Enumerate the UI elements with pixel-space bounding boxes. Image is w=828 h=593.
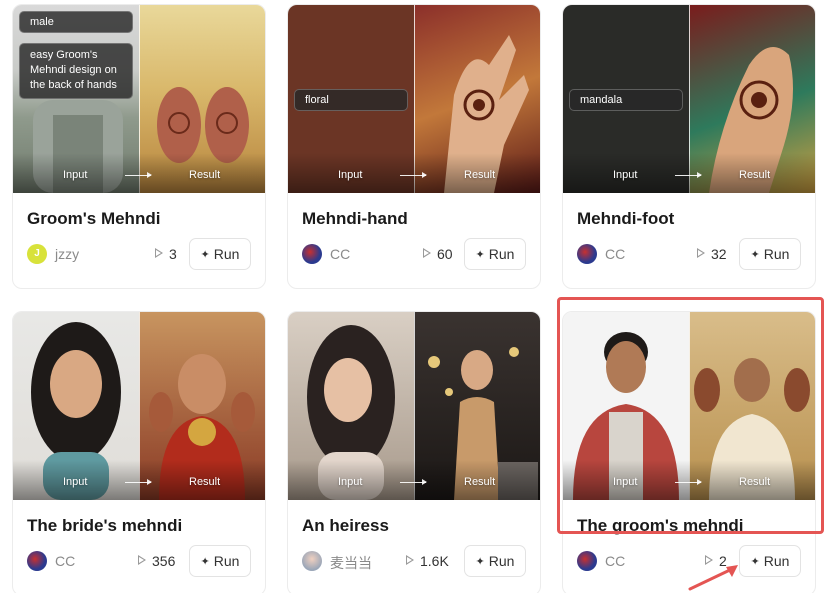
preview-image[interactable]: Input Result mandala [563,5,815,193]
author-avatar[interactable] [27,551,47,571]
play-count: 3 [155,246,177,262]
magic-wand-icon: ✦ [750,555,760,568]
author-name[interactable]: jzzy [55,246,79,262]
author-avatar[interactable] [302,551,322,571]
template-gallery: Input Result male easy Groom's Mehndi de… [0,0,828,593]
play-icon [423,248,431,258]
run-button[interactable]: ✦ Run [189,545,251,577]
template-card-mehndi-hand[interactable]: Input Result floral Mehndi-hand CC 60 ✦ R… [287,4,541,289]
result-label: Result [189,476,221,488]
tag-male: male [19,11,133,33]
arrow-icon [125,479,152,485]
magic-wand-icon: ✦ [200,555,210,568]
play-icon [697,248,705,258]
card-title[interactable]: Groom's Mehndi [27,209,160,229]
play-icon [155,248,163,258]
magic-wand-icon: ✦ [475,248,485,261]
card-title[interactable]: The bride's mehndi [27,516,182,536]
run-button[interactable]: ✦ Run [739,545,801,577]
result-label: Result [189,169,221,181]
result-label: Result [464,169,496,181]
play-count: 32 [697,246,727,262]
input-label: Input [338,169,363,181]
run-button[interactable]: ✦ Run [189,238,251,270]
run-button[interactable]: ✦ Run [739,238,801,270]
play-count: 1.6K [406,553,449,569]
pointer-arrow-icon [688,565,738,591]
author-name[interactable]: CC [330,246,350,262]
card-title[interactable]: Mehndi-hand [302,209,408,229]
tag-mandala: mandala [569,89,683,111]
run-button[interactable]: ✦ Run [464,238,526,270]
arrow-icon [400,479,427,485]
preview-image[interactable]: Input Result [288,312,540,500]
author-name[interactable]: CC [605,246,625,262]
card-title[interactable]: An heiress [302,516,389,536]
preview-image[interactable]: Input Result male easy Groom's Mehndi de… [13,5,265,193]
arrow-icon [125,172,152,178]
highlight-box [557,297,824,534]
arrow-icon [400,172,427,178]
tag-description: easy Groom's Mehndi design on the back o… [19,43,133,99]
card-title[interactable]: Mehndi-foot [577,209,674,229]
author-avatar[interactable] [302,244,322,264]
author-name[interactable]: CC [605,553,625,569]
magic-wand-icon: ✦ [475,555,485,568]
author-avatar[interactable] [577,551,597,571]
template-card-grooms-mehndi[interactable]: Input Result male easy Groom's Mehndi de… [12,4,266,289]
play-count: 356 [138,553,175,569]
author-name[interactable]: CC [55,553,75,569]
preview-image[interactable]: Input Result floral [288,5,540,193]
input-label: Input [63,169,88,181]
play-icon [138,555,146,565]
author-name[interactable]: 麦当当 [330,553,372,573]
play-count: 60 [423,246,453,262]
play-icon [406,555,414,565]
template-card-brides-mehndi[interactable]: Input Result The bride's mehndi CC 356 ✦… [12,311,266,593]
template-card-an-heiress[interactable]: Input Result An heiress 麦当当 1.6K ✦ Run [287,311,541,593]
result-label: Result [464,476,496,488]
magic-wand-icon: ✦ [200,248,210,261]
author-avatar[interactable] [577,244,597,264]
input-label: Input [63,476,88,488]
template-card-mehndi-foot[interactable]: Input Result mandala Mehndi-foot CC 32 ✦… [562,4,816,289]
arrow-icon [675,172,702,178]
input-label: Input [338,476,363,488]
input-label: Input [613,169,638,181]
magic-wand-icon: ✦ [750,248,760,261]
author-avatar[interactable]: J [27,244,47,264]
run-button[interactable]: ✦ Run [464,545,526,577]
tag-floral: floral [294,89,408,111]
result-label: Result [739,169,771,181]
preview-image[interactable]: Input Result [13,312,265,500]
